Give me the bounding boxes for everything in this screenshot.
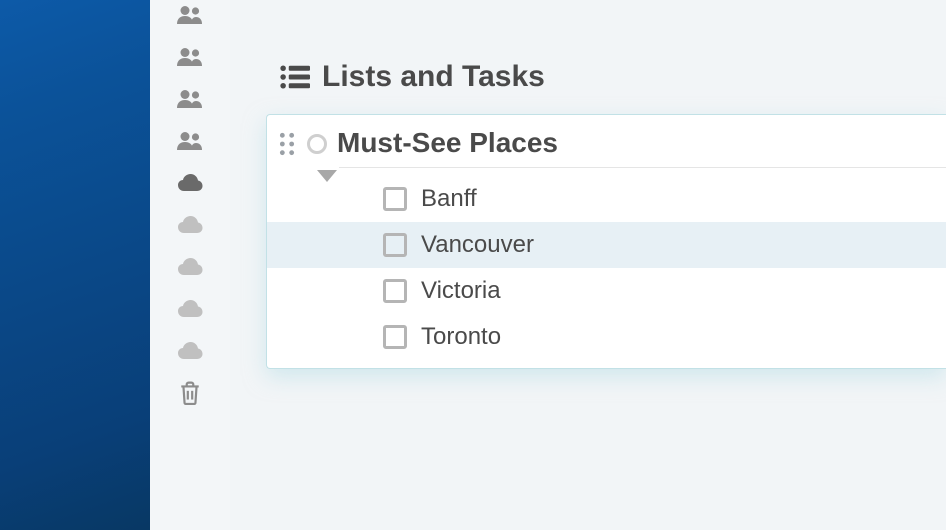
list-card: Must-See Places Banff Vancouver Victoria To…: [266, 114, 946, 369]
list-title[interactable]: Must-See Places: [337, 127, 558, 161]
list-icon: [280, 64, 310, 90]
task-list: Banff Vancouver Victoria Toronto: [267, 168, 946, 368]
cloud-icon[interactable]: [177, 340, 203, 362]
checkbox-icon[interactable]: [383, 279, 407, 303]
task-label: Toronto: [421, 323, 501, 351]
checkbox-icon[interactable]: [383, 233, 407, 257]
people-icon[interactable]: [177, 4, 203, 26]
list-complete-radio[interactable]: [307, 134, 327, 154]
task-label: Vancouver: [421, 231, 534, 259]
section-title: Lists and Tasks: [322, 60, 545, 94]
checkbox-icon[interactable]: [383, 187, 407, 211]
task-row[interactable]: Toronto: [267, 314, 946, 360]
task-row[interactable]: Vancouver: [267, 222, 946, 268]
trash-icon[interactable]: [177, 382, 203, 404]
cloud-icon[interactable]: [177, 214, 203, 236]
task-label: Banff: [421, 185, 477, 213]
people-icon[interactable]: [177, 46, 203, 68]
people-icon[interactable]: [177, 130, 203, 152]
task-label: Victoria: [421, 277, 501, 305]
list-header: Must-See Places: [267, 115, 946, 167]
section-header: Lists and Tasks: [230, 0, 946, 114]
cloud-icon[interactable]: [177, 256, 203, 278]
main-content: Lists and Tasks Must-See Places Banff Van…: [230, 0, 946, 530]
cloud-icon[interactable]: [177, 298, 203, 320]
collapse-caret-icon[interactable]: [317, 170, 337, 182]
app-rail: [0, 0, 150, 530]
icon-sidebar: [150, 0, 230, 530]
task-row[interactable]: Banff: [267, 176, 946, 222]
checkbox-icon[interactable]: [383, 325, 407, 349]
drag-handle-icon[interactable]: [279, 132, 297, 156]
task-row[interactable]: Victoria: [267, 268, 946, 314]
cloud-icon[interactable]: [177, 172, 203, 194]
people-icon[interactable]: [177, 88, 203, 110]
